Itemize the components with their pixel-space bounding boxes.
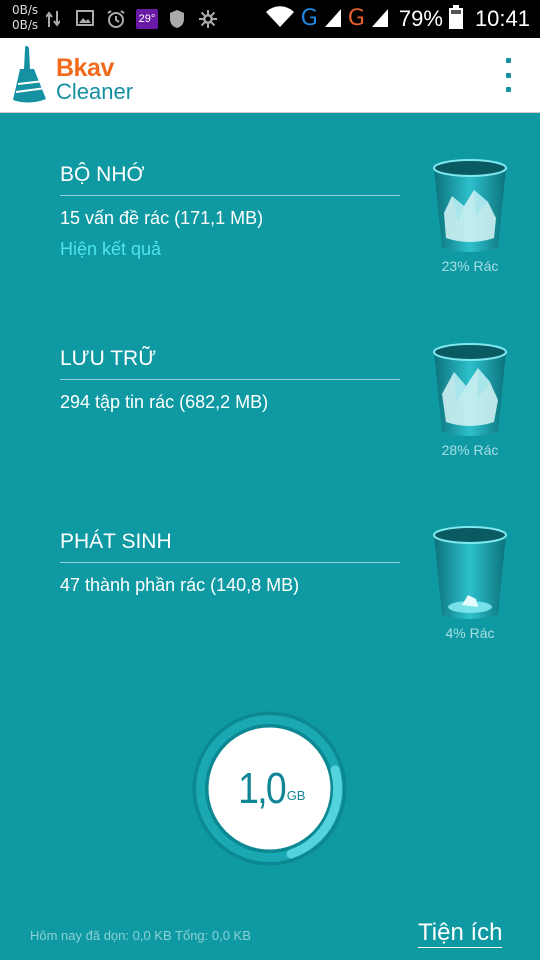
status-bar: 0B/s 0B/s 29° G G 79% 10:41 bbox=[0, 0, 540, 38]
settings-chip-icon bbox=[198, 9, 218, 29]
section-description: 15 vấn đề rác (171,1 MB) bbox=[60, 208, 264, 228]
signal-icon-2 bbox=[371, 6, 389, 33]
memory-trash-bin[interactable]: 23% Rác bbox=[430, 158, 510, 274]
download-speed: 0B/s bbox=[12, 18, 39, 32]
trash-bin-icon bbox=[433, 343, 507, 436]
clean-meter-button[interactable]: 1,0 GB bbox=[191, 710, 348, 867]
bin-percent-label: 23% Rác bbox=[441, 258, 499, 274]
clock: 10:41 bbox=[474, 6, 530, 31]
storage-trash-bin[interactable]: 28% Rác bbox=[430, 342, 510, 458]
generated-trash-bin[interactable]: 4% Rác bbox=[430, 525, 510, 641]
section-description: 294 tập tin rác (682,2 MB) bbox=[60, 392, 269, 412]
section-title: LƯU TRỮ bbox=[60, 344, 400, 380]
meter-value: 1,0 GB bbox=[191, 710, 348, 867]
image-icon bbox=[76, 9, 96, 29]
generated-section: PHÁT SINH 47 thành phần rác (140,8 MB) bbox=[60, 527, 400, 596]
bin-percent-label: 4% Rác bbox=[445, 625, 495, 641]
logo-product: Cleaner bbox=[56, 79, 134, 104]
signal-icon-1 bbox=[324, 6, 342, 33]
trash-bin-icon bbox=[433, 526, 507, 619]
shield-icon bbox=[168, 9, 188, 29]
utilities-button[interactable]: Tiện ích bbox=[418, 920, 503, 948]
network-type-2: G bbox=[347, 6, 365, 31]
meter-unit: GB bbox=[286, 788, 306, 803]
overflow-menu-icon[interactable] bbox=[500, 58, 516, 92]
temperature-badge: 29° bbox=[136, 9, 158, 29]
network-speed: 0B/s 0B/s bbox=[12, 3, 38, 33]
memory-section: BỘ NHỚ 15 vấn đề rác (171,1 MB) Hiện kết… bbox=[60, 160, 400, 260]
data-transfer-icon bbox=[45, 9, 66, 29]
bin-percent-label: 28% Rác bbox=[441, 442, 499, 458]
meter-number: 1,0 bbox=[237, 763, 287, 813]
trash-bin-icon bbox=[433, 159, 507, 252]
battery-icon bbox=[448, 4, 463, 34]
storage-section: LƯU TRỮ 294 tập tin rác (682,2 MB) bbox=[60, 344, 400, 413]
cleanup-stats: Hôm nay đã dọn: 0,0 KB Tổng: 0,0 KB bbox=[30, 928, 251, 943]
upload-speed: 0B/s bbox=[12, 3, 39, 17]
network-type-1: G bbox=[300, 6, 318, 31]
alarm-icon bbox=[106, 9, 126, 29]
battery-percent: 79% bbox=[398, 6, 443, 31]
section-description: 47 thành phần rác (140,8 MB) bbox=[60, 575, 300, 595]
show-results-link[interactable]: Hiện kết quả bbox=[60, 239, 161, 260]
section-title: PHÁT SINH bbox=[60, 527, 400, 563]
app-bar: Bkav Cleaner bbox=[0, 38, 540, 113]
broom-logo-icon bbox=[10, 44, 54, 104]
section-title: BỘ NHỚ bbox=[60, 160, 400, 196]
wifi-icon bbox=[265, 5, 295, 33]
